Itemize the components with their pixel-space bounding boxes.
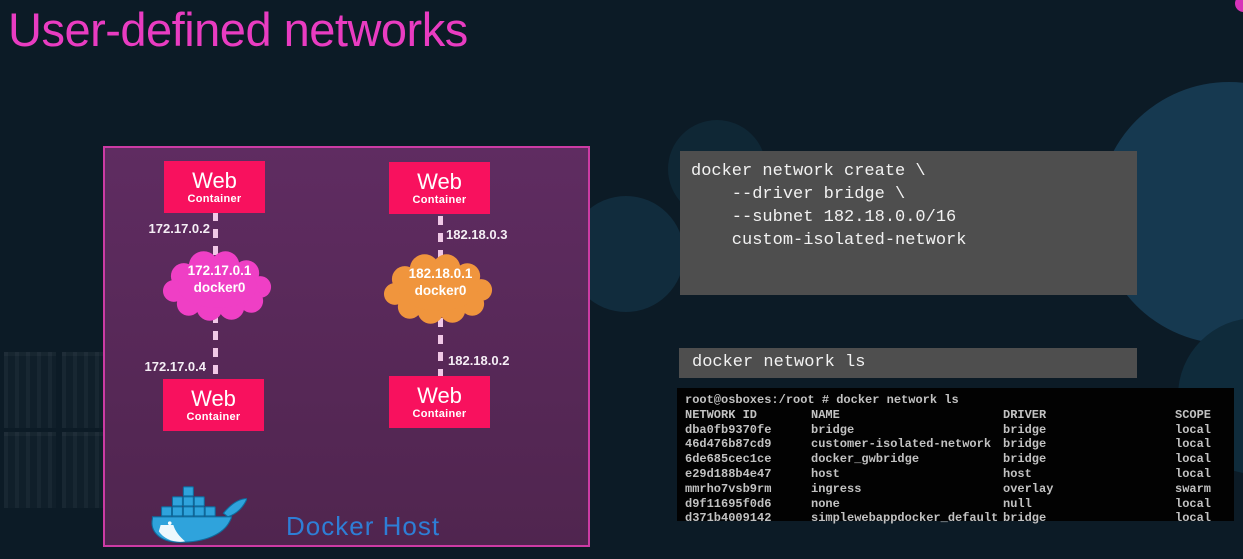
terminal-cell: d9f11695f0d6	[685, 496, 772, 511]
container-subtitle: Container	[412, 407, 467, 420]
code-line: --driver bridge \	[691, 185, 906, 204]
ip-label: 172.17.0.4	[144, 359, 206, 374]
terminal-cell: customer-isolated-network	[811, 437, 992, 452]
docker0-cloud-orange: 182.18.0.1 docker0	[381, 249, 500, 327]
container-subtitle: Container	[187, 192, 242, 205]
docker-whale-icon	[151, 486, 247, 543]
docker0-cloud-pink: 172.17.0.1 docker0	[160, 246, 279, 324]
slide: User-defined networks Web Container Web …	[0, 0, 1243, 559]
terminal-cell: NETWORK ID	[685, 407, 758, 422]
terminal-cell: docker_gwbridge	[811, 452, 920, 467]
crate-decoration	[4, 352, 56, 428]
terminal-cell: local	[1175, 466, 1212, 481]
ip-label: 182.18.0.3	[446, 227, 508, 242]
container-title: Web	[192, 167, 237, 193]
terminal-cell: local	[1175, 511, 1212, 526]
terminal-cell: simplewebappdocker_default	[811, 511, 999, 526]
terminal-cell: 46d476b87cd9	[685, 437, 772, 452]
terminal-cell: host	[1003, 466, 1032, 481]
terminal-row: e29d188b4e47 host host local	[685, 467, 1234, 482]
container-title: Web	[417, 168, 462, 194]
web-container-box: Web Container	[389, 376, 490, 428]
web-container-box: Web Container	[389, 162, 490, 214]
terminal-prompt: root@osboxes:/root # docker network ls	[685, 393, 959, 407]
crate-decoration	[4, 432, 56, 508]
web-container-box: Web Container	[163, 379, 264, 431]
terminal-row: 46d476b87cd9 customer-isolated-network bri…	[685, 437, 1234, 452]
terminal-cell: overlay	[1003, 481, 1054, 496]
code-block-network-ls: docker network ls	[679, 348, 1137, 378]
terminal-output: root@osboxes:/root # docker network ls N…	[677, 388, 1234, 525]
docker-host-label: Docker Host	[286, 511, 441, 541]
terminal-cell: SCOPE	[1175, 407, 1212, 422]
terminal-cell: DRIVER	[1003, 407, 1047, 422]
terminal-cell: local	[1175, 452, 1212, 467]
terminal-cell: local	[1175, 422, 1212, 437]
container-title: Web	[191, 385, 236, 411]
terminal-row: 6de685cec1ce docker_gwbridge bridge local	[685, 452, 1234, 467]
terminal-cell: bridge	[811, 422, 855, 437]
ip-label: 172.17.0.2	[148, 221, 210, 236]
code-line: custom-isolated-network	[691, 231, 967, 250]
corner-accent-dot	[1235, 0, 1243, 12]
terminal-cell: e29d188b4e47	[685, 466, 772, 481]
terminal-cell: 6de685cec1ce	[685, 452, 772, 467]
terminal-row: mmrho7vsb9rm ingress overlay swarm	[685, 482, 1234, 497]
web-container-box: Web Container	[164, 161, 265, 213]
terminal-cell: none	[811, 496, 840, 511]
terminal-table: NETWORK ID NAME DRIVER SCOPE dba0fb9370fe bri…	[685, 408, 1234, 526]
terminal-cell: bridge	[1003, 422, 1047, 437]
terminal-row: d371b4009142 simplewebappdocker_default br…	[685, 511, 1234, 526]
cloud-ip: 182.18.0.1	[408, 266, 473, 281]
code-line: --subnet 182.18.0.0/16	[691, 208, 957, 227]
terminal-header-row: NETWORK ID NAME DRIVER SCOPE	[685, 408, 1234, 423]
terminal-cell: dba0fb9370fe	[685, 422, 772, 437]
terminal-cell: bridge	[1003, 452, 1047, 467]
terminal-cell: d371b4009142	[685, 511, 772, 526]
terminal-cell: null	[1003, 496, 1032, 511]
ip-label: 182.18.0.2	[448, 353, 510, 368]
terminal-cell: swarm	[1175, 481, 1212, 496]
code-line: docker network ls	[692, 353, 866, 372]
terminal-row: d9f11695f0d6 none null local	[685, 497, 1234, 512]
cloud-label: 182.18.0.1 docker0	[381, 265, 500, 299]
cloud-label: 172.17.0.1 docker0	[160, 262, 279, 296]
terminal-cell: bridge	[1003, 437, 1047, 452]
page-title: User-defined networks	[8, 3, 468, 56]
terminal-cell: ingress	[811, 481, 862, 496]
terminal-cell: local	[1175, 496, 1212, 511]
code-block-network-create: docker network create \ --driver bridge …	[680, 151, 1137, 295]
code-line: docker network create \	[691, 162, 926, 181]
container-subtitle: Container	[412, 193, 467, 206]
container-subtitle: Container	[186, 410, 241, 423]
terminal-cell: mmrho7vsb9rm	[685, 481, 772, 496]
terminal-row: dba0fb9370fe bridge bridge local	[685, 423, 1234, 438]
terminal-cell: bridge	[1003, 511, 1047, 526]
container-title: Web	[417, 382, 462, 408]
cloud-name: docker0	[193, 280, 246, 295]
docker-host-panel: Web Container Web Container Web Containe…	[103, 146, 590, 547]
terminal-cell: host	[811, 466, 840, 481]
cloud-ip: 172.17.0.1	[187, 263, 252, 278]
cloud-name: docker0	[414, 283, 467, 298]
terminal-cell: local	[1175, 437, 1212, 452]
terminal-cell: NAME	[811, 407, 840, 422]
